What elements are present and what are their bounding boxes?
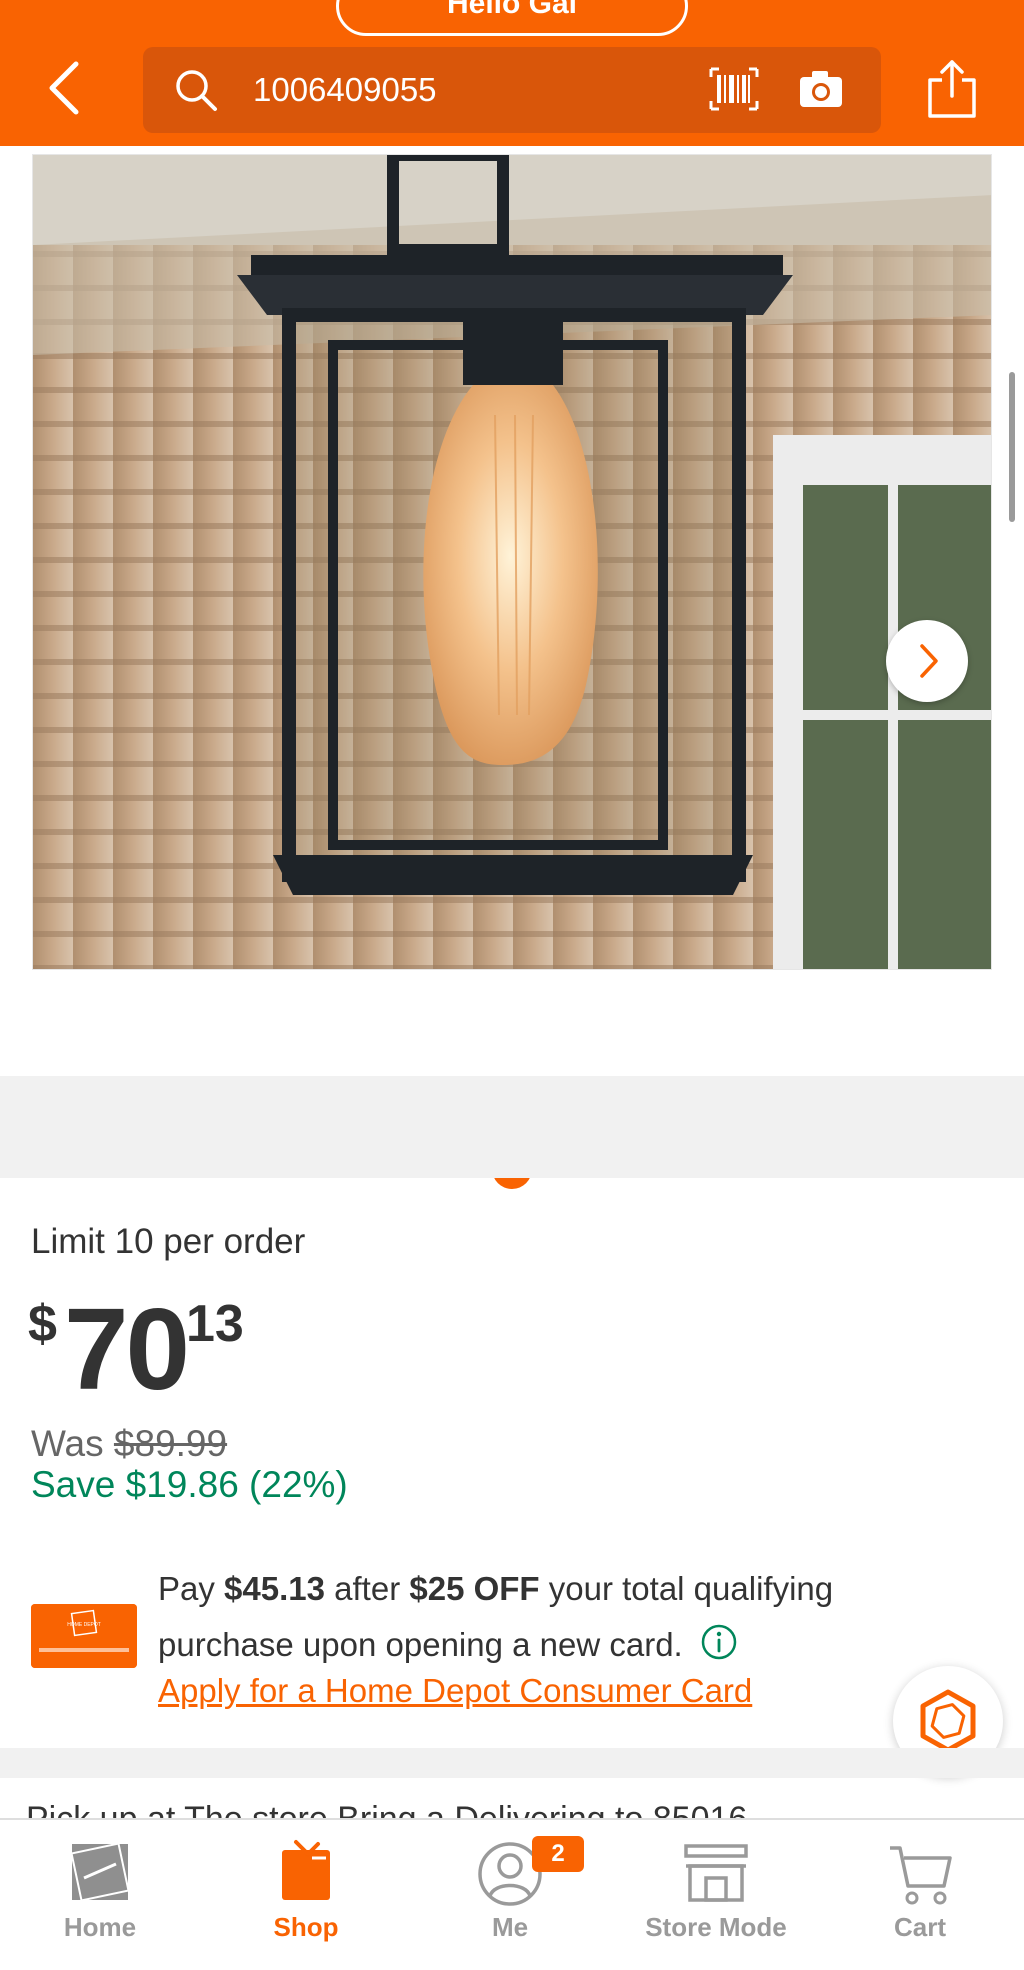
card-label: HOME DEPOT: [67, 1622, 101, 1628]
hexagon-chat-icon: [920, 1689, 976, 1753]
info-icon[interactable]: [700, 1623, 738, 1661]
back-button[interactable]: [40, 58, 90, 118]
chevron-right-icon: [920, 644, 938, 678]
home-depot-card-icon: HOME DEPOT: [31, 1604, 137, 1668]
tab-label: Shop: [273, 1912, 339, 1942]
section-divider: [0, 1748, 1024, 1778]
price-cents: 13: [186, 1295, 244, 1353]
share-button[interactable]: [926, 58, 978, 120]
tab-label: Me: [491, 1912, 529, 1942]
tab-home[interactable]: Home: [10, 1820, 190, 1970]
store-pill-label: Hello Gal: [446, 0, 578, 20]
home-depot-logo-icon: [70, 1842, 130, 1902]
promo-off-amount: $25 OFF: [409, 1570, 540, 1607]
was-label: Was: [31, 1423, 104, 1464]
fulfillment-text: Pick up at The store Bring a Delivering …: [26, 1800, 1024, 1818]
promo-text: Pay $45.13 after $25 OFF your total qual…: [158, 1561, 918, 1673]
bottom-tab-bar: Home Shop Me 2 Store Mode Cart: [0, 1818, 1024, 1970]
lantern-photo: [33, 155, 991, 969]
shop-bag-icon: [282, 1840, 330, 1900]
tab-label: Store Mode: [645, 1912, 787, 1942]
savings-text: Save $19.86 (22%): [31, 1464, 348, 1505]
tab-label: Cart: [893, 1912, 946, 1942]
product-image[interactable]: [32, 154, 992, 970]
notification-badge: 2: [532, 1836, 584, 1872]
price-dollars: 70: [64, 1284, 190, 1414]
apply-card-link[interactable]: Apply for a Home Depot Consumer Card: [158, 1672, 752, 1710]
next-image-button[interactable]: [886, 620, 968, 702]
share-icon: [928, 60, 976, 118]
promo-pay-amount: $45.13: [224, 1570, 325, 1607]
credit-card-image: HOME DEPOT: [31, 1604, 137, 1668]
app-header: Hello Gal 1006409055: [0, 0, 1024, 146]
promo-pay-prefix: Pay: [158, 1570, 215, 1607]
product-gallery: [0, 146, 1024, 1189]
scrollbar-thumb[interactable]: [1009, 372, 1015, 522]
tab-cart[interactable]: Cart: [830, 1820, 1010, 1970]
store-icon: [684, 1844, 748, 1902]
price-currency: $: [28, 1295, 57, 1353]
tab-shop[interactable]: Shop: [216, 1820, 396, 1970]
barcode-icon[interactable]: [709, 67, 759, 111]
order-limit-text: Limit 10 per order: [31, 1222, 306, 1261]
search-value: 1006409055: [253, 71, 437, 108]
search-input[interactable]: 1006409055: [143, 47, 881, 133]
search-icon: [176, 70, 217, 111]
camera-icon[interactable]: [798, 69, 844, 109]
was-price-value: $89.99: [113, 1423, 228, 1464]
chevron-left-icon: [49, 61, 79, 115]
tab-label: Home: [63, 1912, 137, 1942]
cart-icon: [890, 1846, 952, 1905]
section-divider: [0, 1076, 1024, 1178]
store-pill-button[interactable]: Hello Gal: [336, 0, 688, 36]
was-price: Was $89.99: [31, 1423, 227, 1465]
tab-store-mode[interactable]: Store Mode: [626, 1820, 806, 1970]
promo-after-text: after: [334, 1570, 401, 1607]
